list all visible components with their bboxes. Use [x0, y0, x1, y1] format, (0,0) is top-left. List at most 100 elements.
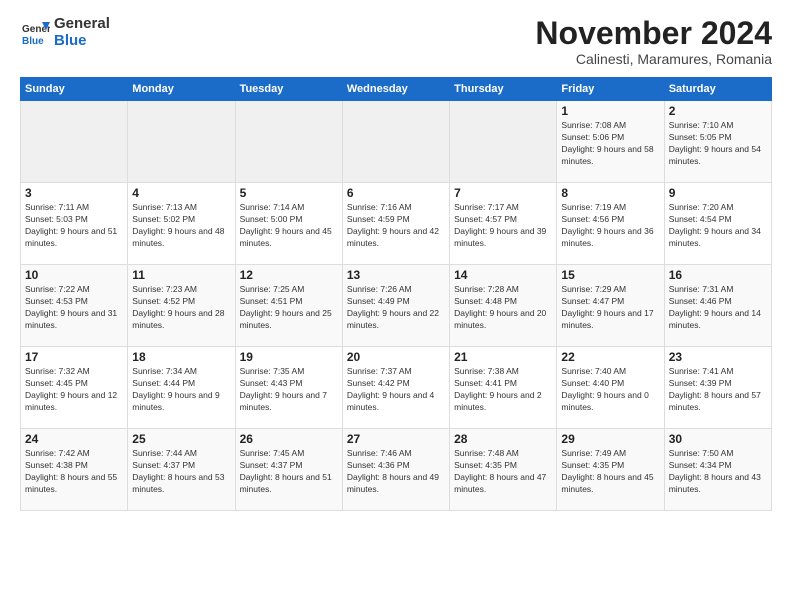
calendar-cell: 6 Sunrise: 7:16 AM Sunset: 4:59 PM Daylig… [342, 183, 449, 265]
calendar-cell: 3Sunrise: 7:11 AM Sunset: 5:03 PM Daylig… [21, 183, 128, 265]
day-number: 11 [132, 268, 230, 282]
day-number: 18 [132, 350, 230, 364]
day-info: Sunrise: 7:25 AM Sunset: 4:51 PM Dayligh… [240, 284, 338, 332]
header-thursday: Thursday [450, 78, 557, 101]
week-row-4: 24Sunrise: 7:42 AM Sunset: 4:38 PM Dayli… [21, 429, 772, 511]
week-row-1: 3Sunrise: 7:11 AM Sunset: 5:03 PM Daylig… [21, 183, 772, 265]
header-tuesday: Tuesday [235, 78, 342, 101]
day-info: Sunrise: 7:13 AM Sunset: 5:02 PM Dayligh… [132, 202, 230, 250]
calendar-cell [342, 101, 449, 183]
day-number: 9 [669, 186, 767, 200]
calendar-cell [128, 101, 235, 183]
header-row: Sunday Monday Tuesday Wednesday Thursday… [21, 78, 772, 101]
day-info: Sunrise: 7:08 AM Sunset: 5:06 PM Dayligh… [561, 120, 659, 168]
calendar-subtitle: Calinesti, Maramures, Romania [535, 51, 772, 67]
day-info: Sunrise: 7:40 AM Sunset: 4:40 PM Dayligh… [561, 366, 659, 414]
logo-blue-text: Blue [54, 33, 110, 50]
day-info: Sunrise: 7:41 AM Sunset: 4:39 PM Dayligh… [669, 366, 767, 414]
day-info: Sunrise: 7:23 AM Sunset: 4:52 PM Dayligh… [132, 284, 230, 332]
week-row-3: 17 Sunrise: 7:32 AM Sunset: 4:45 PM Dayli… [21, 347, 772, 429]
calendar-cell: 25 Sunrise: 7:44 AM Sunset: 4:37 PM Dayli… [128, 429, 235, 511]
day-number: 2 [669, 104, 767, 118]
calendar-cell: 8Sunrise: 7:19 AM Sunset: 4:56 PM Daylig… [557, 183, 664, 265]
calendar-cell: 13 Sunrise: 7:26 AM Sunset: 4:49 PM Dayli… [342, 265, 449, 347]
calendar-cell: 19 Sunrise: 7:35 AM Sunset: 4:43 PM Dayli… [235, 347, 342, 429]
day-info: Sunrise: 7:35 AM Sunset: 4:43 PM Dayligh… [240, 366, 338, 414]
logo-general-text: General [54, 16, 110, 33]
day-number: 4 [132, 186, 230, 200]
logo-icon: General Blue [20, 18, 50, 48]
day-number: 29 [561, 432, 659, 446]
day-info: Sunrise: 7:10 AM Sunset: 5:05 PM Dayligh… [669, 120, 767, 168]
header-monday: Monday [128, 78, 235, 101]
day-number: 22 [561, 350, 659, 364]
calendar-cell: 9 Sunrise: 7:20 AM Sunset: 4:54 PM Daylig… [664, 183, 771, 265]
day-number: 12 [240, 268, 338, 282]
calendar-cell: 18 Sunrise: 7:34 AM Sunset: 4:44 PM Dayli… [128, 347, 235, 429]
calendar-title: November 2024 [535, 16, 772, 51]
calendar-cell: 7 Sunrise: 7:17 AM Sunset: 4:57 PM Daylig… [450, 183, 557, 265]
calendar-cell: 21Sunrise: 7:38 AM Sunset: 4:41 PM Dayli… [450, 347, 557, 429]
day-info: Sunrise: 7:49 AM Sunset: 4:35 PM Dayligh… [561, 448, 659, 496]
calendar-cell: 29 Sunrise: 7:49 AM Sunset: 4:35 PM Dayli… [557, 429, 664, 511]
logo: General Blue General Blue [20, 16, 110, 49]
calendar-cell: 2 Sunrise: 7:10 AM Sunset: 5:05 PM Daylig… [664, 101, 771, 183]
calendar-cell: 14 Sunrise: 7:28 AM Sunset: 4:48 PM Dayli… [450, 265, 557, 347]
day-number: 19 [240, 350, 338, 364]
day-number: 5 [240, 186, 338, 200]
calendar-cell: 16Sunrise: 7:31 AM Sunset: 4:46 PM Dayli… [664, 265, 771, 347]
day-info: Sunrise: 7:14 AM Sunset: 5:00 PM Dayligh… [240, 202, 338, 250]
day-number: 27 [347, 432, 445, 446]
calendar-cell: 5 Sunrise: 7:14 AM Sunset: 5:00 PM Daylig… [235, 183, 342, 265]
day-number: 10 [25, 268, 123, 282]
day-number: 20 [347, 350, 445, 364]
day-number: 6 [347, 186, 445, 200]
calendar-cell [450, 101, 557, 183]
day-info: Sunrise: 7:31 AM Sunset: 4:46 PM Dayligh… [669, 284, 767, 332]
day-info: Sunrise: 7:34 AM Sunset: 4:44 PM Dayligh… [132, 366, 230, 414]
header-friday: Friday [557, 78, 664, 101]
calendar-cell: 24Sunrise: 7:42 AM Sunset: 4:38 PM Dayli… [21, 429, 128, 511]
day-info: Sunrise: 7:28 AM Sunset: 4:48 PM Dayligh… [454, 284, 552, 332]
day-number: 7 [454, 186, 552, 200]
calendar-cell: 15Sunrise: 7:29 AM Sunset: 4:47 PM Dayli… [557, 265, 664, 347]
day-info: Sunrise: 7:42 AM Sunset: 4:38 PM Dayligh… [25, 448, 123, 496]
calendar-cell: 28 Sunrise: 7:48 AM Sunset: 4:35 PM Dayli… [450, 429, 557, 511]
day-number: 1 [561, 104, 659, 118]
day-number: 17 [25, 350, 123, 364]
day-info: Sunrise: 7:37 AM Sunset: 4:42 PM Dayligh… [347, 366, 445, 414]
calendar-cell: 30Sunrise: 7:50 AM Sunset: 4:34 PM Dayli… [664, 429, 771, 511]
day-info: Sunrise: 7:50 AM Sunset: 4:34 PM Dayligh… [669, 448, 767, 496]
calendar-cell: 27 Sunrise: 7:46 AM Sunset: 4:36 PM Dayli… [342, 429, 449, 511]
day-number: 28 [454, 432, 552, 446]
day-info: Sunrise: 7:46 AM Sunset: 4:36 PM Dayligh… [347, 448, 445, 496]
day-info: Sunrise: 7:44 AM Sunset: 4:37 PM Dayligh… [132, 448, 230, 496]
day-info: Sunrise: 7:48 AM Sunset: 4:35 PM Dayligh… [454, 448, 552, 496]
day-number: 3 [25, 186, 123, 200]
day-number: 14 [454, 268, 552, 282]
day-number: 25 [132, 432, 230, 446]
day-info: Sunrise: 7:29 AM Sunset: 4:47 PM Dayligh… [561, 284, 659, 332]
title-block: November 2024 Calinesti, Maramures, Roma… [535, 16, 772, 67]
day-number: 13 [347, 268, 445, 282]
calendar-cell: 20 Sunrise: 7:37 AM Sunset: 4:42 PM Dayli… [342, 347, 449, 429]
calendar-cell: 10Sunrise: 7:22 AM Sunset: 4:53 PM Dayli… [21, 265, 128, 347]
calendar-cell: 11 Sunrise: 7:23 AM Sunset: 4:52 PM Dayli… [128, 265, 235, 347]
header-sunday: Sunday [21, 78, 128, 101]
calendar-cell: 22 Sunrise: 7:40 AM Sunset: 4:40 PM Dayli… [557, 347, 664, 429]
header-saturday: Saturday [664, 78, 771, 101]
day-info: Sunrise: 7:45 AM Sunset: 4:37 PM Dayligh… [240, 448, 338, 496]
day-info: Sunrise: 7:16 AM Sunset: 4:59 PM Dayligh… [347, 202, 445, 250]
calendar-cell: 4 Sunrise: 7:13 AM Sunset: 5:02 PM Daylig… [128, 183, 235, 265]
day-number: 21 [454, 350, 552, 364]
day-info: Sunrise: 7:17 AM Sunset: 4:57 PM Dayligh… [454, 202, 552, 250]
day-info: Sunrise: 7:32 AM Sunset: 4:45 PM Dayligh… [25, 366, 123, 414]
day-info: Sunrise: 7:19 AM Sunset: 4:56 PM Dayligh… [561, 202, 659, 250]
calendar-cell: 1 Sunrise: 7:08 AM Sunset: 5:06 PM Daylig… [557, 101, 664, 183]
calendar-cell: 17 Sunrise: 7:32 AM Sunset: 4:45 PM Dayli… [21, 347, 128, 429]
calendar-table: Sunday Monday Tuesday Wednesday Thursday… [20, 77, 772, 511]
calendar-cell: 23Sunrise: 7:41 AM Sunset: 4:39 PM Dayli… [664, 347, 771, 429]
day-info: Sunrise: 7:20 AM Sunset: 4:54 PM Dayligh… [669, 202, 767, 250]
week-row-0: 1 Sunrise: 7:08 AM Sunset: 5:06 PM Daylig… [21, 101, 772, 183]
day-info: Sunrise: 7:26 AM Sunset: 4:49 PM Dayligh… [347, 284, 445, 332]
